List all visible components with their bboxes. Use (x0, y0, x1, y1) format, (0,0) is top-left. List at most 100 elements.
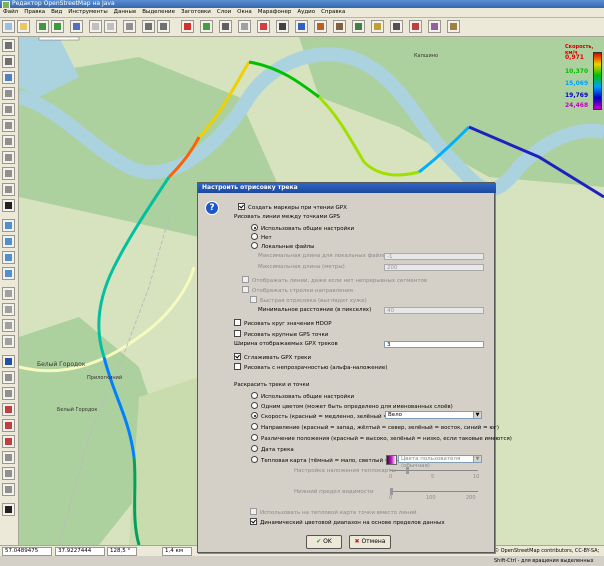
undo-button[interactable] (89, 20, 102, 33)
chevron-down-icon: ▼ (473, 412, 481, 418)
lines-general-option[interactable]: Использовать общие настройки (251, 224, 354, 233)
tool-26[interactable] (2, 451, 15, 464)
tool-25[interactable] (2, 435, 15, 448)
toolbar-button-10[interactable] (181, 20, 194, 33)
tool-18[interactable] (2, 319, 15, 332)
tool-24[interactable] (2, 419, 15, 432)
menu-layers[interactable]: Слои (214, 8, 234, 17)
color-general-option[interactable]: Использовать общие настройки (251, 392, 354, 401)
heatmap-lower-label: Нижний предел видимости (294, 489, 374, 495)
lines-no-option[interactable]: Нет (251, 233, 272, 242)
track-width-field[interactable]: 3 (384, 341, 484, 348)
menu-marathoner[interactable]: Марафонер (255, 8, 295, 17)
smooth-option[interactable]: Сглаживать GPX треки (234, 353, 311, 362)
toolbar-button-14[interactable] (257, 20, 270, 33)
checkmark-icon[interactable] (2, 355, 15, 368)
tool-6[interactable] (2, 119, 15, 132)
open-button[interactable] (17, 20, 30, 33)
map-label-village1: Прилогкиний (87, 375, 123, 381)
expand-arrows-icon[interactable] (2, 199, 15, 212)
dynamic-range-option[interactable]: Динамический цветовой диапазон на основе… (250, 518, 445, 527)
menu-edit[interactable]: Правка (21, 8, 48, 17)
toolbar-button-18[interactable] (333, 20, 346, 33)
expand-arrows-icon-2[interactable] (2, 503, 15, 516)
heatmap-lower-slider-thumb[interactable] (390, 488, 393, 495)
toolbar-button-16[interactable] (295, 20, 308, 33)
speed-profile-select[interactable]: Вело ▼ (385, 411, 482, 419)
toolbar-button-23[interactable] (428, 20, 441, 33)
toolbar-button-20[interactable] (371, 20, 384, 33)
fast-arrows-option[interactable]: Быстрая отрисовка (выглядит хуже) (250, 296, 367, 305)
menu-windows[interactable]: Окна (234, 8, 255, 17)
toolbar-button-13[interactable] (238, 20, 251, 33)
tool-17[interactable] (2, 303, 15, 316)
heatmap-points-option[interactable]: Использовать на тепловой карте точки вме… (250, 508, 417, 517)
heatmap-color-select[interactable]: Цвета пользователя (обычная) ▼ (398, 455, 482, 469)
save-button[interactable] (70, 20, 83, 33)
color-direction-option[interactable]: Направление (красный = запад, жёлтый = с… (251, 423, 499, 432)
tool-9[interactable] (2, 167, 15, 180)
toolbar-button-24[interactable] (447, 20, 460, 33)
menu-selection[interactable]: Выделение (139, 8, 178, 17)
cancel-button[interactable]: ✖ Отмена (349, 535, 391, 549)
toolbar-button-12[interactable] (219, 20, 232, 33)
menu-help[interactable]: Справка (318, 8, 348, 17)
tool-8[interactable] (2, 151, 15, 164)
tool-15[interactable] (2, 267, 15, 280)
delete-tool[interactable] (2, 87, 15, 100)
tool-7[interactable] (2, 135, 15, 148)
tool-22[interactable] (2, 387, 15, 400)
checkbox-icon[interactable] (238, 203, 245, 210)
color-dilution-option[interactable]: Различение положения (красный = высоко, … (251, 434, 512, 443)
tool-5[interactable] (2, 103, 15, 116)
download-button[interactable] (36, 20, 49, 33)
draw-lines-hint-option[interactable]: Отображать линии, даже если нет непрерыв… (242, 276, 427, 285)
color-single-option[interactable]: Одним цветом (может быть определено для … (251, 402, 453, 411)
tool-12[interactable] (2, 219, 15, 232)
show-arrows-option[interactable]: Отображать стрелки направления (242, 286, 353, 295)
menu-tools[interactable]: Инструменты (65, 8, 110, 17)
tool-23[interactable] (2, 403, 15, 416)
ok-button[interactable]: ✔ OK (306, 535, 342, 549)
tool-10[interactable] (2, 183, 15, 196)
color-time-option[interactable]: Дата трека (251, 445, 294, 454)
alpha-option[interactable]: Рисовать с непрозрачностью (альфа-наложе… (234, 363, 387, 372)
heatmap-lower-slider[interactable] (390, 491, 478, 492)
heatmap-grid-slider[interactable] (390, 470, 478, 471)
toolbar-button-11[interactable] (200, 20, 213, 33)
preferences-button[interactable] (123, 20, 136, 33)
zoom-tool[interactable] (2, 71, 15, 84)
toolbar-button-21[interactable] (390, 20, 403, 33)
min-distance-field[interactable]: 40 (384, 307, 484, 314)
hdop-option[interactable]: Рисовать круг значения HDOP (234, 319, 332, 328)
create-markers-option[interactable]: Создать маркеры при чтении GPX (238, 203, 347, 212)
max-length-field[interactable]: 200 (384, 264, 484, 271)
menu-view[interactable]: Вид (48, 8, 65, 17)
upload-button[interactable] (51, 20, 64, 33)
tool-21[interactable] (2, 371, 15, 384)
tool-28[interactable] (2, 483, 15, 496)
zoom-out-button[interactable] (157, 20, 170, 33)
zoom-in-button[interactable] (142, 20, 155, 33)
lines-local-option[interactable]: Локальные файлы (251, 242, 315, 251)
redo-button[interactable] (104, 20, 117, 33)
select-tool[interactable] (2, 39, 15, 52)
tool-27[interactable] (2, 467, 15, 480)
tool-14[interactable] (2, 251, 15, 264)
tool-16[interactable] (2, 287, 15, 300)
max-length-local-field[interactable]: -1 (384, 253, 484, 260)
toolbar-button-17[interactable] (314, 20, 327, 33)
heatmap-grid-slider-thumb[interactable] (406, 467, 409, 474)
big-points-option[interactable]: Рисовать крупные GPS точки (234, 330, 328, 339)
menu-data[interactable]: Данные (111, 8, 140, 17)
toolbar-button-22[interactable] (409, 20, 422, 33)
new-layer-button[interactable] (2, 20, 15, 33)
toolbar-button-19[interactable] (352, 20, 365, 33)
menu-audio[interactable]: Аудио (294, 8, 318, 17)
menu-presets[interactable]: Заготовки (178, 8, 214, 17)
toolbar-button-15[interactable] (276, 20, 289, 33)
tool-13[interactable] (2, 235, 15, 248)
menu-file[interactable]: Файл (0, 8, 21, 17)
draw-tool[interactable] (2, 55, 15, 68)
tool-19[interactable] (2, 335, 15, 348)
